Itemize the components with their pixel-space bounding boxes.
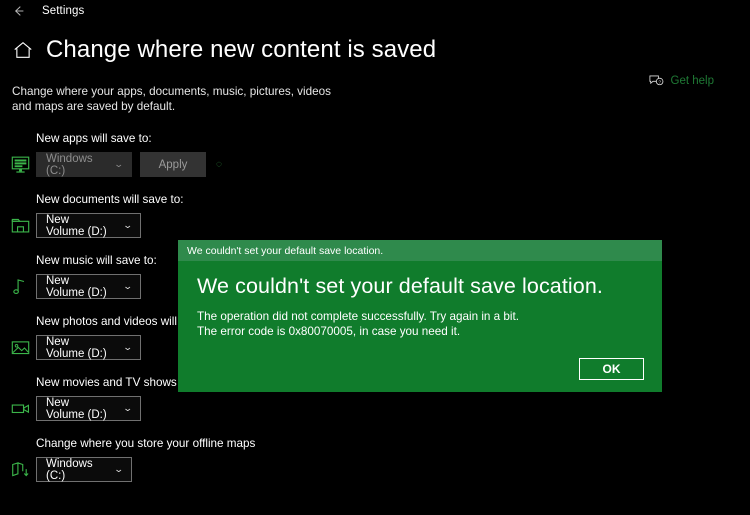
photos-location-dropdown[interactable]: New Volume (D:) ⌄ [36,335,141,360]
offline-maps-location-dropdown[interactable]: Windows (C:) ⌄ [36,457,132,482]
error-dialog-titlebar-text: We couldn't set your default save locati… [187,244,384,257]
loading-spinner-icon: ◌ [216,159,222,170]
setting-label-offline-maps: Change where you store your offline maps [36,437,256,450]
chevron-down-icon: ⌄ [123,403,134,413]
help-chat-icon: ? [649,75,663,85]
error-dialog-message: The operation did not complete successfu… [197,309,644,339]
chevron-down-icon: ⌄ [114,464,125,474]
page-description: Change where your apps, documents, music… [12,85,331,113]
error-dialog-message-line1: The operation did not complete successfu… [197,310,520,323]
back-arrow-icon [14,6,24,16]
setting-row-offline-maps: Change where you store your offline maps… [8,435,750,496]
apply-button[interactable]: Apply [140,152,206,177]
window-title: Settings [42,5,85,17]
ok-button[interactable]: OK [579,358,644,380]
chevron-down-icon: ⌄ [123,220,134,230]
photos-location-value: New Volume (D:) [46,335,107,360]
window-titlebar: Settings [0,0,750,22]
video-camera-icon [8,398,32,420]
error-dialog-body: We couldn't set your default save locati… [178,261,662,392]
back-button[interactable] [6,1,32,21]
movies-location-dropdown[interactable]: New Volume (D:) ⌄ [36,396,141,421]
error-dialog-heading: We couldn't set your default save locati… [197,274,603,298]
offline-maps-location-value: Windows (C:) [46,457,93,482]
monitor-icon [8,154,32,176]
home-icon[interactable] [12,39,34,61]
setting-label-documents: New documents will save to: [36,193,184,206]
music-note-icon [8,276,32,298]
apps-location-value: Windows (C:) [46,152,93,177]
setting-row-apps: New apps will save to: Windows (C:) ⌄ Ap… [8,130,750,191]
page-header: Change where new content is saved [0,22,750,64]
page-title: Change where new content is saved [46,36,437,63]
setting-controls-apps: Windows (C:) ⌄ Apply ◌ [8,152,750,177]
error-dialog-titlebar: We couldn't set your default save locati… [178,240,662,261]
error-dialog: We couldn't set your default save locati… [178,240,662,392]
setting-controls-movies: New Volume (D:) ⌄ [8,396,750,421]
documents-location-value: New Volume (D:) [46,213,107,238]
chevron-down-icon: ⌄ [123,281,134,291]
chevron-down-icon: ⌄ [114,159,125,169]
chevron-down-icon: ⌄ [123,342,134,352]
setting-controls-documents: New Volume (D:) ⌄ [8,213,750,238]
music-location-dropdown[interactable]: New Volume (D:) ⌄ [36,274,141,299]
get-help-label: Get help [670,75,714,87]
get-help-link[interactable]: ? Get help [649,74,714,88]
setting-controls-offline-maps: Windows (C:) ⌄ [8,457,750,482]
folder-icon [8,215,32,237]
svg-text:?: ? [658,79,661,85]
music-location-value: New Volume (D:) [46,274,107,299]
error-dialog-actions: OK [579,358,644,380]
apps-location-dropdown[interactable]: Windows (C:) ⌄ [36,152,132,177]
error-dialog-message-line2: The error code is 0x80070005, in case yo… [197,325,461,338]
photo-icon [8,337,32,359]
map-download-icon [8,459,32,481]
documents-location-dropdown[interactable]: New Volume (D:) ⌄ [36,213,141,238]
movies-location-value: New Volume (D:) [46,396,107,421]
setting-label-apps: New apps will save to: [36,132,152,145]
